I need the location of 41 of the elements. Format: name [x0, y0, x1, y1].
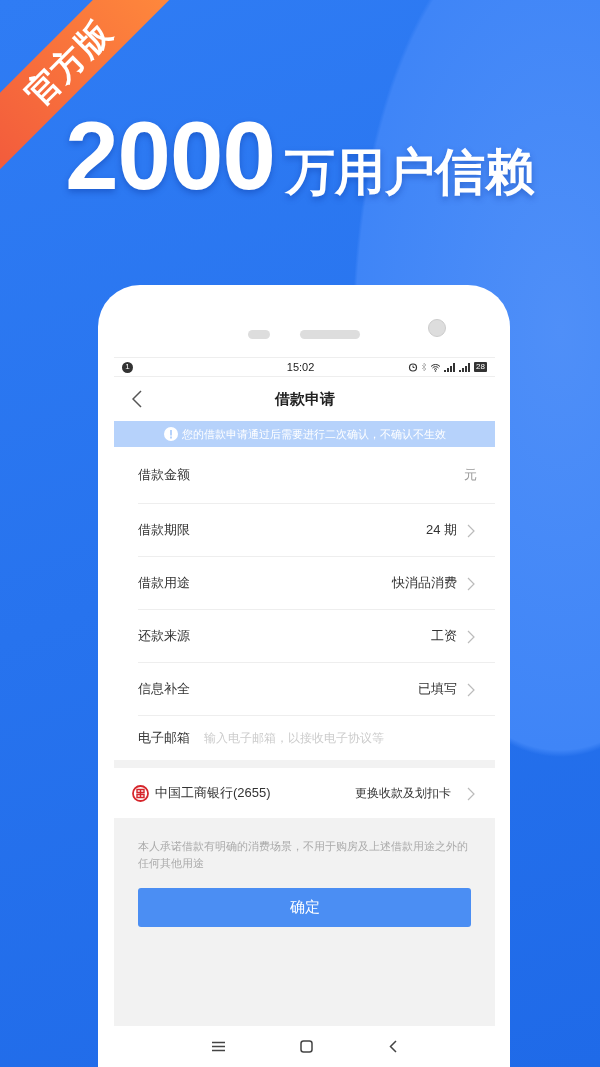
field-label: 借款用途 — [138, 574, 190, 593]
back-button[interactable] — [132, 390, 142, 408]
field-label: 还款来源 — [138, 627, 190, 646]
battery-level: 28 — [474, 362, 487, 372]
chevron-icon — [467, 786, 475, 801]
headline-text: 万用户信赖 — [284, 143, 535, 202]
field-label: 信息补全 — [138, 680, 190, 699]
signal-icon — [444, 362, 457, 372]
signal-icon — [459, 362, 472, 372]
back-icon[interactable] — [389, 1040, 398, 1053]
field-label: 借款期限 — [138, 521, 190, 540]
speaker-icon — [300, 329, 360, 339]
bank-logo-icon — [132, 784, 149, 802]
chevron-icon — [467, 523, 475, 538]
menu-icon[interactable] — [211, 1041, 225, 1052]
back-icon — [132, 390, 142, 408]
page-title: 借款申请 — [274, 388, 335, 409]
notice-text: 您的借款申请通过后需要进行二次确认，不确认不生效 — [181, 426, 446, 442]
field-label: 电子邮箱 — [138, 729, 190, 748]
alarm-icon — [408, 362, 419, 372]
change-card-link[interactable]: 更换收款及划扣卡 — [355, 784, 451, 802]
disclaimer-text: 本人承诺借款有明确的消费场景，不用于购房及上述借款用途之外的任何其他用途 — [137, 839, 469, 871]
notification-count: 1 — [122, 361, 133, 373]
field-label: 借款金额 — [138, 466, 190, 485]
field-value[interactable]: 24 期 — [425, 520, 457, 540]
sensor-icon — [248, 329, 270, 339]
wifi-icon — [430, 362, 442, 372]
headline-number: 2000 — [65, 108, 275, 204]
bluetooth-icon — [421, 362, 428, 372]
status-time: 15:02 — [285, 359, 315, 375]
chevron-icon — [467, 576, 475, 591]
unit-label: 元 — [464, 466, 477, 485]
warning-icon — [163, 427, 178, 441]
home-icon[interactable] — [300, 1040, 314, 1053]
chevron-icon — [467, 629, 475, 644]
field-value[interactable]: 快消品消费 — [392, 573, 457, 593]
bank-card-name: 中国工商银行(2655) — [155, 784, 271, 803]
chevron-icon — [467, 682, 475, 697]
camera-icon — [428, 319, 446, 337]
field-value[interactable]: 已填写 — [418, 679, 457, 699]
field-value[interactable]: 工资 — [431, 626, 457, 646]
